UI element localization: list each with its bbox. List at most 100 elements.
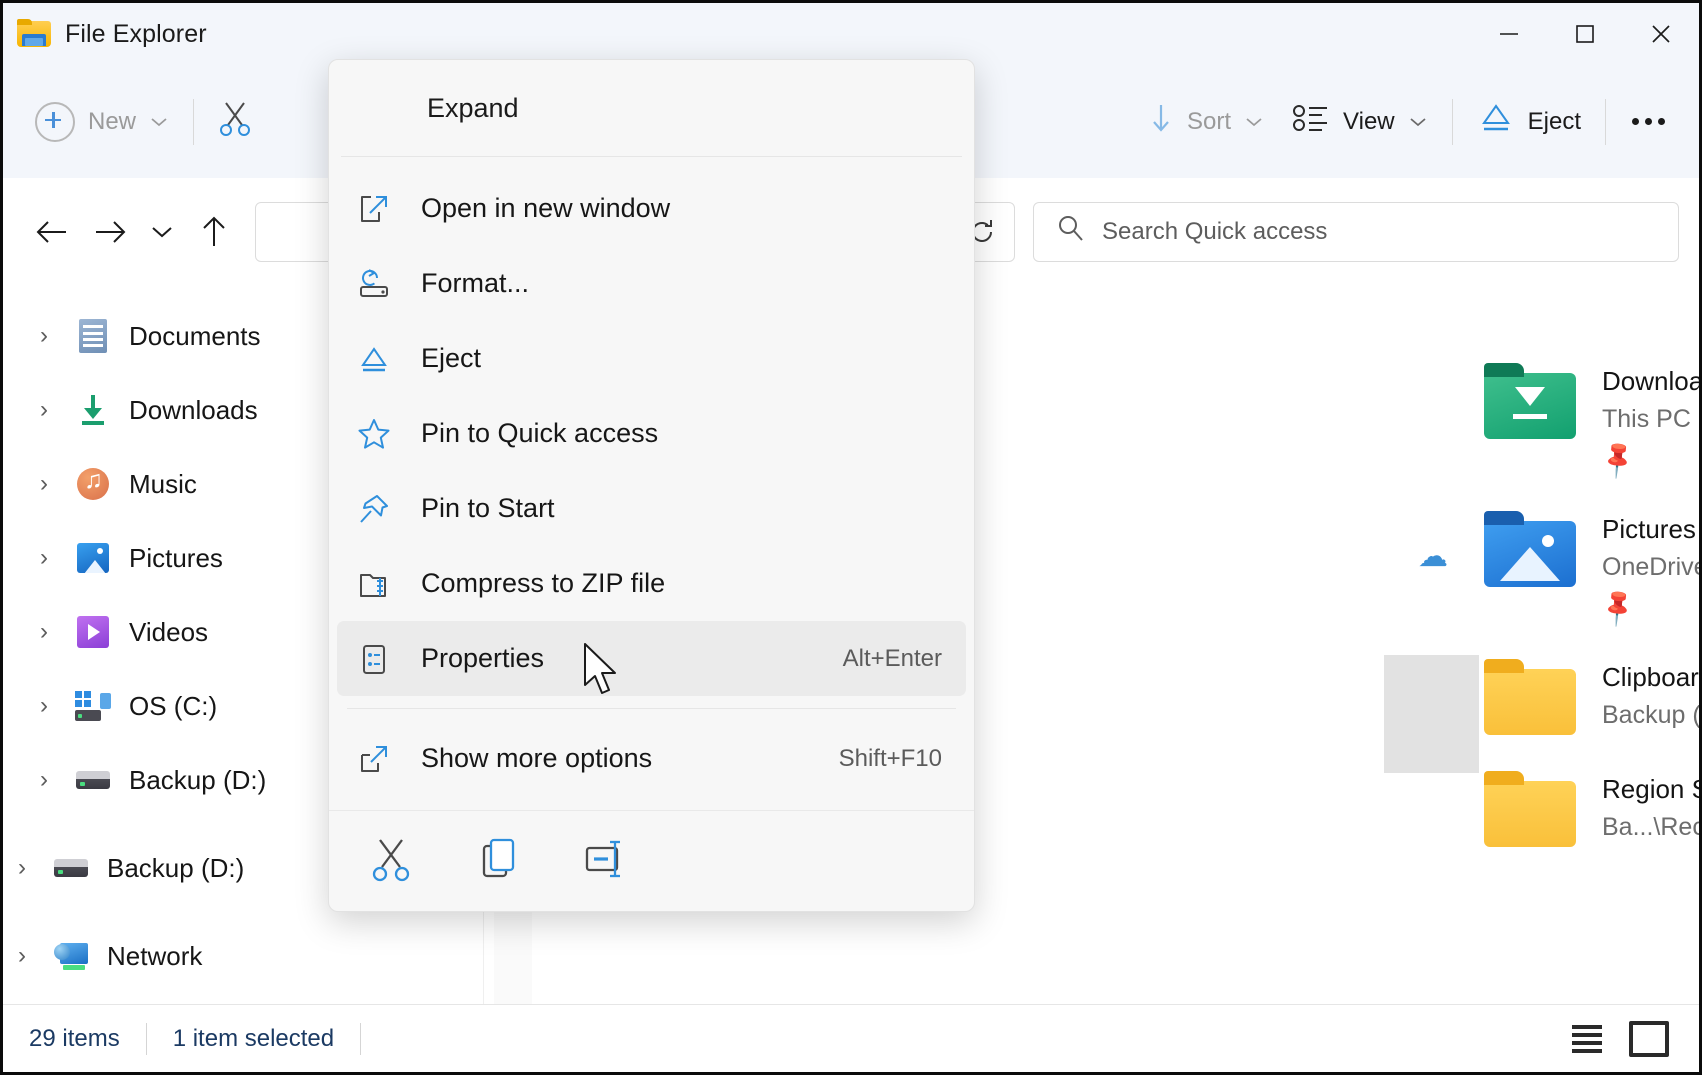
folder-yellow-icon bbox=[1484, 658, 1576, 735]
show-more-options-icon bbox=[355, 740, 393, 778]
cut-button[interactable] bbox=[204, 90, 266, 153]
file-name: Pictures bbox=[1602, 513, 1696, 544]
menu-item-open-in-new-window[interactable]: Open in new window bbox=[337, 171, 966, 246]
context-menu-items: Open in new window Format... Eject Pin t… bbox=[329, 157, 974, 810]
view-toggles bbox=[1563, 1018, 1673, 1060]
sort-icon bbox=[1148, 101, 1174, 142]
eject-button-label: Eject bbox=[1527, 107, 1581, 135]
back-button[interactable] bbox=[23, 203, 81, 261]
chevron-down-icon bbox=[149, 108, 169, 136]
network-icon bbox=[53, 938, 89, 974]
file-subtitle: This PC bbox=[1602, 404, 1691, 433]
menu-item-pin-to-quick-access[interactable]: Pin to Quick access bbox=[337, 396, 966, 471]
search-input[interactable]: Search Quick access bbox=[1033, 201, 1679, 262]
sidebar-item-label: Pictures bbox=[129, 542, 223, 573]
file-explorer-window: File Explorer New Sort View Eject Search… bbox=[0, 0, 1702, 1075]
pictures-icon bbox=[75, 540, 111, 576]
sort-button-label: Sort bbox=[1187, 107, 1232, 135]
menu-item-show-more-options[interactable]: Show more options Shift+F10 bbox=[337, 721, 966, 796]
sidebar-item-label: OS (C:) bbox=[129, 690, 218, 721]
music-icon bbox=[75, 466, 111, 502]
placeholder-tile bbox=[1384, 655, 1479, 773]
up-button[interactable] bbox=[185, 203, 243, 261]
drive-icon bbox=[53, 850, 89, 886]
menu-item-label: Pin to Quick access bbox=[421, 418, 659, 448]
divider bbox=[1451, 98, 1453, 145]
menu-item-label: Show more options bbox=[421, 743, 653, 773]
selection-status: 1 item selected bbox=[172, 1024, 335, 1052]
file-column-right: Downloads This PC 📌 ☁ Pictures OneDrive … bbox=[1418, 363, 1699, 885]
window-controls bbox=[1471, 3, 1699, 65]
chevron-down-icon bbox=[1408, 108, 1428, 136]
chevron-right-icon[interactable]: › bbox=[31, 618, 57, 646]
properties-icon bbox=[355, 640, 393, 678]
scissors-icon bbox=[218, 100, 252, 143]
view-button[interactable]: View bbox=[1278, 93, 1442, 150]
title-bar: File Explorer bbox=[3, 3, 1699, 65]
title-bar-left: File Explorer bbox=[3, 19, 207, 49]
menu-item-compress-to-zip[interactable]: Compress to ZIP file bbox=[337, 546, 966, 621]
menu-item-format[interactable]: Format... bbox=[337, 246, 966, 321]
chevron-right-icon[interactable]: › bbox=[9, 942, 35, 970]
eject-icon bbox=[355, 340, 393, 378]
close-icon[interactable] bbox=[1623, 3, 1699, 65]
menu-item-label: Format... bbox=[421, 268, 530, 298]
status-bar: 29 items 1 item selected bbox=[3, 1004, 1699, 1072]
new-button[interactable]: New bbox=[21, 92, 183, 152]
chevron-right-icon[interactable]: › bbox=[31, 766, 57, 794]
menu-item-accelerator: Shift+F10 bbox=[838, 744, 942, 772]
new-button-label: New bbox=[88, 107, 137, 135]
copy-button[interactable] bbox=[471, 833, 527, 889]
eject-button[interactable]: Eject bbox=[1463, 91, 1595, 152]
pin-icon: 📌 bbox=[1595, 585, 1640, 629]
file-name: Clipboard History Win 11 bbox=[1602, 661, 1699, 692]
menu-item-label: Pin to Start bbox=[421, 493, 555, 523]
menu-item-label: Properties bbox=[421, 643, 545, 673]
menu-item-label: Open in new window bbox=[421, 193, 671, 223]
menu-item-properties[interactable]: Properties Alt+Enter bbox=[337, 621, 966, 696]
chevron-right-icon[interactable]: › bbox=[31, 544, 57, 572]
file-subtitle: OneDrive - Personal bbox=[1602, 552, 1699, 581]
menu-item-eject[interactable]: Eject bbox=[337, 321, 966, 396]
sidebar-item-label: Music bbox=[129, 468, 197, 499]
list-item[interactable]: Region Settings Windows... Ba...\Recover… bbox=[1484, 770, 1699, 847]
menu-item-label: Compress to ZIP file bbox=[421, 568, 666, 598]
list-view-icon[interactable] bbox=[1563, 1018, 1611, 1060]
chevron-right-icon[interactable]: › bbox=[31, 692, 57, 720]
menu-item-label: Eject bbox=[421, 343, 482, 373]
menu-item-pin-to-start[interactable]: Pin to Start bbox=[337, 471, 966, 546]
forward-button[interactable] bbox=[81, 203, 139, 261]
sidebar-item-network[interactable]: › Network bbox=[3, 919, 483, 993]
divider bbox=[145, 1022, 147, 1055]
sidebar-item-label: Backup (D:) bbox=[107, 852, 245, 883]
recent-locations-button[interactable] bbox=[139, 203, 185, 261]
chevron-right-icon[interactable]: › bbox=[31, 396, 57, 424]
sidebar-item-label: Videos bbox=[129, 616, 209, 647]
see-more-icon[interactable] bbox=[1616, 106, 1681, 137]
menu-item-accelerator: Alt+Enter bbox=[842, 644, 942, 672]
drive-icon bbox=[75, 762, 111, 798]
pin-icon: 📌 bbox=[1595, 437, 1640, 481]
sort-button[interactable]: Sort bbox=[1134, 91, 1278, 152]
cut-button[interactable] bbox=[363, 833, 419, 889]
tile-view-icon[interactable] bbox=[1625, 1018, 1673, 1060]
folder-green-download-icon bbox=[1484, 363, 1576, 439]
chevron-down-icon bbox=[1244, 108, 1264, 136]
list-item[interactable]: ☁ Pictures OneDrive - Personal 📌 bbox=[1418, 510, 1699, 629]
chevron-right-icon[interactable]: › bbox=[31, 322, 57, 350]
cloud-icon: ☁ bbox=[1418, 539, 1448, 573]
divider bbox=[193, 98, 195, 145]
list-item[interactable]: Clipboard History Win 11 Backup (D:) bbox=[1484, 658, 1699, 735]
rename-icon bbox=[582, 836, 632, 887]
file-subtitle: Ba...\Recover Restore Point bbox=[1602, 812, 1699, 841]
folder-icon bbox=[17, 19, 51, 49]
maximize-icon[interactable] bbox=[1547, 3, 1623, 65]
chevron-right-icon[interactable]: › bbox=[31, 470, 57, 498]
list-item[interactable]: Downloads This PC 📌 bbox=[1484, 363, 1699, 481]
context-menu-header[interactable]: Expand bbox=[329, 60, 974, 156]
rename-button[interactable] bbox=[579, 833, 635, 889]
file-name: Downloads bbox=[1602, 366, 1699, 396]
minimize-icon[interactable] bbox=[1471, 3, 1547, 65]
chevron-right-icon[interactable]: › bbox=[9, 854, 35, 882]
cut-icon bbox=[369, 836, 413, 887]
